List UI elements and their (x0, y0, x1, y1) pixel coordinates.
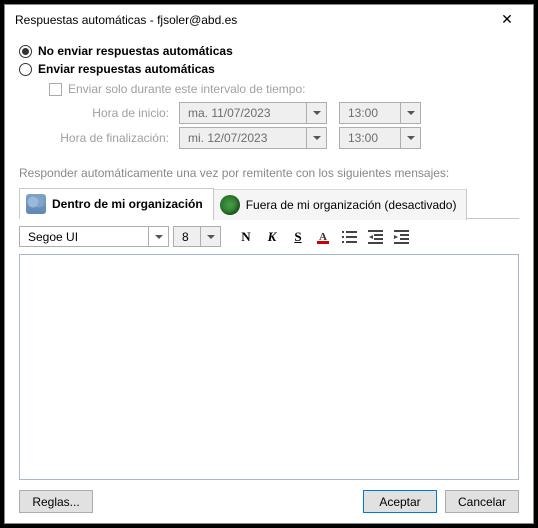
font-family-value: Segoe UI (20, 230, 148, 244)
tab-inside-org[interactable]: Dentro de mi organización (19, 188, 214, 219)
titlebar: Respuestas automáticas - fjsoler@abd.es … (5, 5, 533, 34)
indent-button[interactable] (391, 226, 413, 247)
underline-button[interactable]: S (287, 226, 309, 247)
tabs: Dentro de mi organización Fuera de mi or… (19, 188, 519, 219)
font-size-value: 8 (174, 230, 200, 244)
option-send[interactable]: Enviar respuestas automáticas (19, 62, 519, 76)
bullet-list-button[interactable] (339, 226, 361, 247)
window-title: Respuestas automáticas - fjsoler@abd.es (15, 13, 491, 27)
start-time-label: Hora de inicio: (49, 106, 179, 120)
outdent-icon (368, 230, 384, 244)
chevron-down-icon (400, 103, 420, 123)
checkbox-icon (49, 83, 62, 96)
people-icon (26, 194, 46, 214)
time-range-checkbox[interactable]: Enviar solo durante este intervalo de ti… (49, 82, 519, 96)
chevron-down-icon (200, 227, 220, 246)
close-button[interactable]: ✕ (491, 11, 523, 28)
chevron-down-icon (148, 227, 168, 246)
bold-button[interactable]: N (235, 226, 257, 247)
globe-icon (220, 195, 240, 215)
italic-button[interactable]: K (261, 226, 283, 247)
chevron-down-icon (306, 103, 326, 123)
outdent-button[interactable] (365, 226, 387, 247)
start-date-value: ma. 11/07/2023 (180, 106, 306, 120)
font-family-combo[interactable]: Segoe UI (19, 226, 169, 247)
font-size-combo[interactable]: 8 (173, 226, 221, 247)
radio-icon (19, 45, 32, 58)
start-time-value: 13:00 (340, 106, 400, 120)
font-color-button[interactable]: A (313, 226, 335, 247)
start-time-combo[interactable]: 13:00 (339, 102, 421, 124)
end-date-combo[interactable]: mi. 12/07/2023 (179, 127, 327, 149)
chevron-down-icon (400, 128, 420, 148)
bullet-list-icon (342, 230, 358, 244)
tab-inside-label: Dentro de mi organización (52, 197, 203, 211)
cancel-button[interactable]: Cancelar (445, 490, 519, 513)
rules-button[interactable]: Reglas... (19, 490, 93, 513)
option-do-not-send-label: No enviar respuestas automáticas (38, 44, 233, 58)
option-send-label: Enviar respuestas automáticas (38, 62, 215, 76)
message-body[interactable] (19, 254, 519, 480)
option-do-not-send[interactable]: No enviar respuestas automáticas (19, 44, 519, 58)
time-range-label: Enviar solo durante este intervalo de ti… (68, 82, 305, 96)
tab-outside-label: Fuera de mi organización (desactivado) (246, 198, 457, 212)
font-color-icon: A (316, 229, 332, 245)
start-date-combo[interactable]: ma. 11/07/2023 (179, 102, 327, 124)
chevron-down-icon (306, 128, 326, 148)
ok-button[interactable]: Aceptar (363, 490, 437, 513)
end-time-combo[interactable]: 13:00 (339, 127, 421, 149)
radio-icon (19, 63, 32, 76)
section-label: Responder automáticamente una vez por re… (19, 166, 519, 180)
tab-outside-org[interactable]: Fuera de mi organización (desactivado) (213, 189, 468, 220)
end-time-label: Hora de finalización: (49, 131, 179, 145)
auto-reply-dialog: Respuestas automáticas - fjsoler@abd.es … (4, 4, 534, 524)
indent-icon (394, 230, 410, 244)
end-date-value: mi. 12/07/2023 (180, 131, 306, 145)
editor-toolbar: Segoe UI 8 N K S A (19, 219, 519, 254)
end-time-value: 13:00 (340, 131, 400, 145)
